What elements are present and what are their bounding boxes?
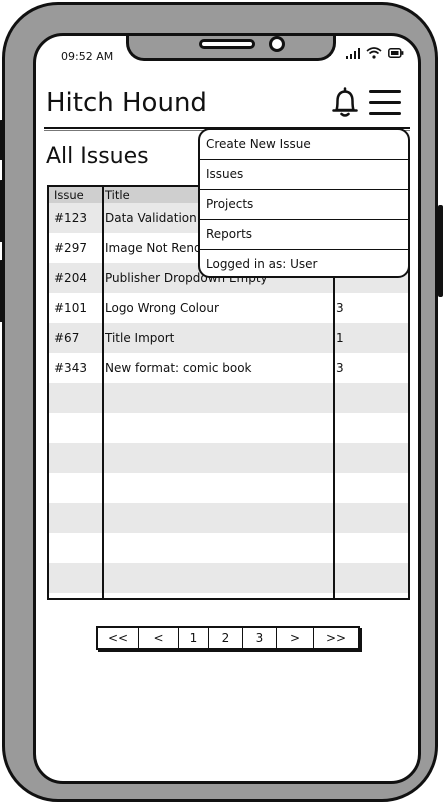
phone-frame: 09:52 AM Hitch Hound All Issues Issue Ti… [0, 2, 443, 802]
last-page-button[interactable]: >> [314, 628, 358, 648]
page-1-button[interactable]: 1 [179, 628, 209, 648]
speaker [199, 39, 255, 49]
notch [126, 36, 336, 61]
issue-title: Title Import [105, 331, 175, 345]
phone-screen: 09:52 AM Hitch Hound All Issues Issue Ti… [33, 33, 421, 784]
issue-priority: 3 [336, 361, 344, 375]
issue-title: Data Validation [105, 211, 197, 225]
pagination: << < 1 2 3 > >> [96, 626, 360, 650]
menu-line [369, 112, 401, 115]
issue-number: #67 [54, 331, 80, 345]
issue-number: #123 [54, 211, 87, 225]
issue-number: #204 [54, 271, 87, 285]
power-button [438, 205, 443, 297]
column-header-issue[interactable]: Issue [54, 187, 84, 203]
issue-number: #101 [54, 301, 87, 315]
prev-page-button[interactable]: < [139, 628, 179, 648]
volume-up-button [0, 180, 4, 242]
column-header-title[interactable]: Title [105, 187, 130, 203]
issue-number: #297 [54, 241, 87, 255]
logged-in-label: Logged in as: User [206, 257, 318, 271]
page-title: All Issues [46, 144, 149, 169]
page-2-button[interactable]: 2 [209, 628, 243, 648]
next-page-button[interactable]: > [277, 628, 314, 648]
first-page-button[interactable]: << [98, 628, 139, 648]
bell-icon[interactable] [331, 86, 359, 118]
status-icons [346, 47, 404, 59]
menu-item-projects[interactable]: Projects [200, 190, 408, 220]
issue-number: #343 [54, 361, 87, 375]
menu-line [369, 90, 401, 93]
wifi-icon [366, 47, 382, 59]
menu-item-create-new-issue[interactable]: Create New Issue [200, 130, 408, 160]
page-3-button[interactable]: 3 [243, 628, 277, 648]
column-divider [102, 187, 104, 598]
app-title: Hitch Hound [46, 88, 207, 118]
front-camera [269, 36, 285, 52]
menu-item-issues[interactable]: Issues [200, 160, 408, 190]
battery-icon [388, 48, 404, 58]
issue-priority: 1 [336, 331, 344, 345]
menu-item-reports[interactable]: Reports [200, 220, 408, 250]
issue-priority: 3 [336, 301, 344, 315]
volume-down-button [0, 260, 4, 322]
nav-dropdown-menu: Create New Issue Issues Projects Reports… [198, 128, 410, 278]
menu-line [369, 101, 401, 104]
status-time: 09:52 AM [61, 50, 114, 63]
issue-title: New format: comic book [105, 361, 252, 375]
hamburger-menu-icon[interactable] [369, 90, 401, 116]
issue-title: Logo Wrong Colour [105, 301, 219, 315]
signal-icon [346, 47, 360, 59]
side-button [0, 120, 4, 160]
